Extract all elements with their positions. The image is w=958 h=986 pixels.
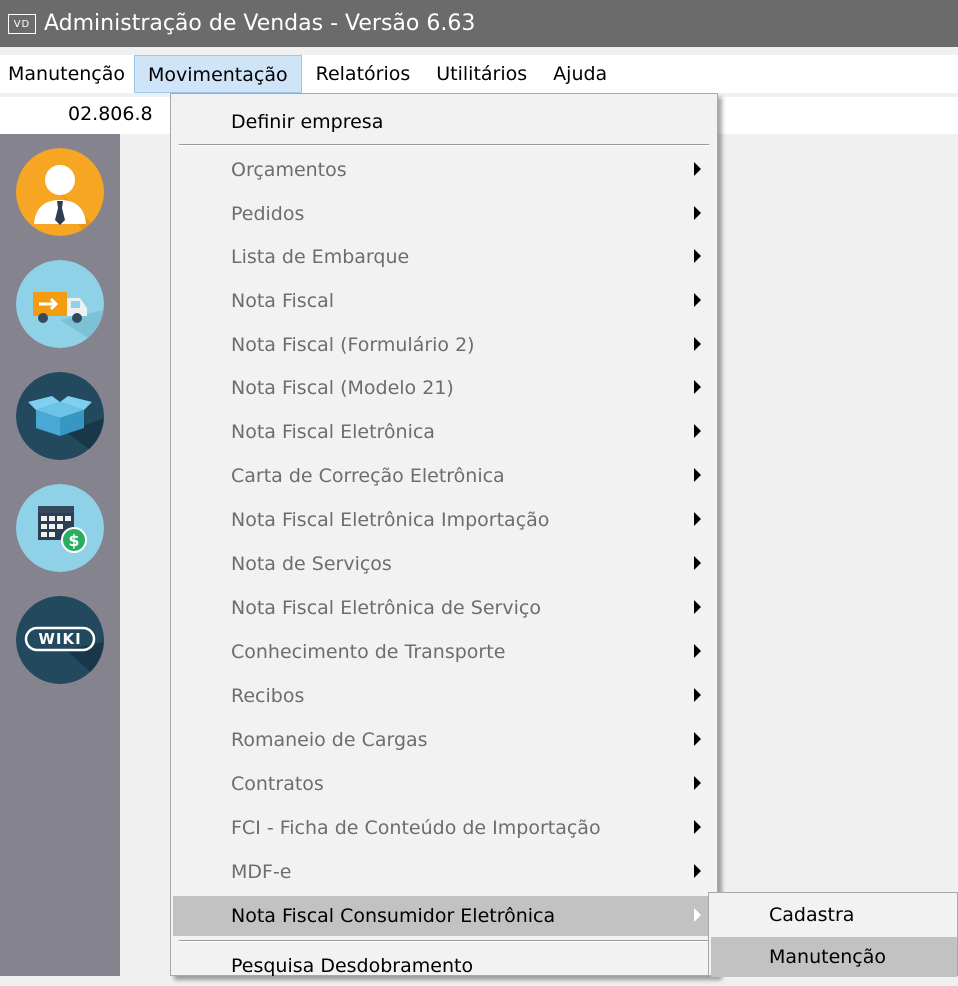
app-icon: VD (8, 13, 36, 34)
menu-manutencao[interactable]: Manutenção (0, 55, 134, 93)
menu-item-nfe-importacao[interactable]: Nota Fiscal Eletrônica Importação (173, 500, 715, 540)
menu-separator (179, 940, 709, 942)
chevron-right-icon (694, 600, 701, 614)
menu-item-nfe[interactable]: Nota Fiscal Eletrônica (173, 412, 715, 452)
menu-utilitarios[interactable]: Utilitários (423, 55, 540, 93)
menu-item-romaneio[interactable]: Romaneio de Cargas (173, 720, 715, 760)
company-code: 02.806.8 (68, 103, 153, 125)
menu-item-nota-fiscal-modelo21[interactable]: Nota Fiscal (Modelo 21) (173, 368, 715, 408)
menu-bar: Manutenção Movimentação Relatórios Utili… (0, 55, 958, 93)
chevron-right-icon (694, 556, 701, 570)
menu-item-recibos[interactable]: Recibos (173, 676, 715, 716)
chevron-right-icon (694, 688, 701, 702)
submenu-item-cadastra[interactable]: Cadastra (711, 895, 957, 935)
chevron-right-icon (694, 162, 701, 176)
menu-movimentacao[interactable]: Movimentação (134, 55, 302, 93)
chevron-right-icon (694, 908, 701, 922)
title-bar: VD Administração de Vendas - Versão 6.63 (0, 0, 958, 47)
menu-item-fci[interactable]: FCI - Ficha de Conteúdo de Importação (173, 808, 715, 848)
chevron-right-icon (694, 293, 701, 307)
movimentacao-dropdown: Definir empresa Orçamentos Pedidos Lista… (170, 93, 718, 977)
menu-item-orcamentos[interactable]: Orçamentos (173, 150, 715, 190)
wiki-button[interactable]: WIKI (16, 596, 104, 684)
chevron-right-icon (694, 776, 701, 790)
wiki-label: WIKI (38, 630, 82, 648)
box-icon (16, 372, 104, 460)
menu-item-nota-fiscal-form2[interactable]: Nota Fiscal (Formulário 2) (173, 325, 715, 365)
menu-item-nfe-servico[interactable]: Nota Fiscal Eletrônica de Serviço (173, 588, 715, 628)
menu-item-nota-fiscal[interactable]: Nota Fiscal (173, 281, 715, 321)
chevron-right-icon (694, 206, 701, 220)
menu-separator (179, 144, 709, 146)
user-icon (16, 148, 104, 236)
menu-item-conhecimento-transporte[interactable]: Conhecimento de Transporte (173, 632, 715, 672)
box-button[interactable] (16, 372, 104, 460)
chevron-right-icon (694, 864, 701, 878)
menu-ajuda[interactable]: Ajuda (540, 55, 620, 93)
truck-button[interactable] (16, 260, 104, 348)
menu-item-carta-correcao[interactable]: Carta de Correção Eletrônica (173, 456, 715, 496)
chevron-right-icon (694, 424, 701, 438)
chevron-right-icon (694, 512, 701, 526)
chevron-right-icon (694, 644, 701, 658)
submenu-item-manutencao[interactable]: Manutenção (711, 937, 957, 977)
calendar-money-icon: $ (16, 484, 104, 572)
menu-item-mdfe[interactable]: MDF-e (173, 852, 715, 892)
menu-relatorios[interactable]: Relatórios (302, 55, 424, 93)
chevron-right-icon (694, 380, 701, 394)
menu-item-pesquisa-desdobramento[interactable]: Pesquisa Desdobramento (173, 946, 715, 986)
chevron-right-icon (694, 249, 701, 263)
menu-item-definir-empresa[interactable]: Definir empresa (173, 102, 715, 142)
menu-item-contratos[interactable]: Contratos (173, 764, 715, 804)
menu-item-lista-embarque[interactable]: Lista de Embarque (173, 237, 715, 277)
svg-text:$: $ (68, 531, 79, 550)
window-title: Administração de Vendas - Versão 6.63 (44, 11, 476, 36)
menu-item-nota-servicos[interactable]: Nota de Serviços (173, 544, 715, 584)
calendar-button[interactable]: $ (16, 484, 104, 572)
user-button[interactable] (16, 148, 104, 236)
chevron-right-icon (694, 732, 701, 746)
nfce-submenu: Cadastra Manutenção (708, 892, 958, 977)
chevron-right-icon (694, 337, 701, 351)
truck-icon (16, 260, 104, 348)
sidebar: $ WIKI (0, 134, 120, 976)
menu-item-pedidos[interactable]: Pedidos (173, 194, 715, 234)
chevron-right-icon (694, 820, 701, 834)
menu-item-nfce[interactable]: Nota Fiscal Consumidor Eletrônica (173, 896, 715, 936)
chevron-right-icon (694, 468, 701, 482)
